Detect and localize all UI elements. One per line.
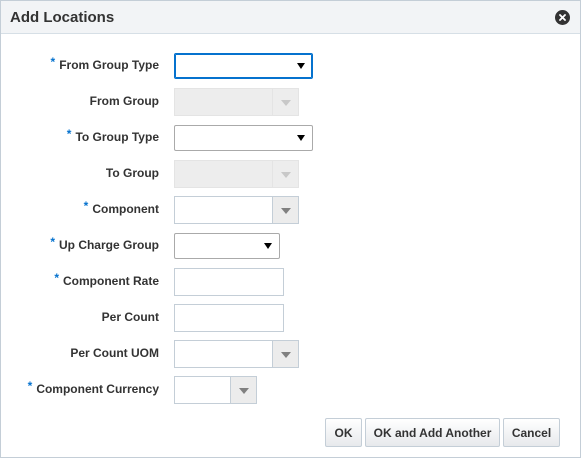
required-marker: *	[54, 271, 59, 285]
from-group-type-select[interactable]	[174, 53, 313, 79]
dropdown-arrow-icon	[297, 135, 305, 141]
required-marker: *	[50, 55, 56, 69]
required-marker: *	[27, 379, 33, 393]
per-count-uom-combobox[interactable]	[174, 340, 299, 368]
dropdown-arrow-icon	[297, 63, 305, 69]
to-group-dropdown-button	[272, 161, 298, 187]
dialog-title: Add Locations	[10, 9, 115, 26]
required-marker: *	[50, 235, 55, 249]
to-group-type-label: * To Group Type	[66, 127, 159, 144]
to-group-type-select[interactable]	[174, 125, 313, 151]
up-charge-group-label: * Up Charge Group	[50, 235, 159, 252]
to-group-combobox	[174, 160, 299, 188]
component-currency-dropdown-button[interactable]	[230, 377, 256, 403]
dropdown-arrow-icon	[264, 243, 272, 249]
per-count-label: Per Count	[101, 310, 159, 324]
cancel-button[interactable]: Cancel	[503, 418, 560, 447]
per-count-uom-label: Per Count UOM	[70, 346, 159, 360]
up-charge-group-select[interactable]	[174, 233, 280, 259]
to-group-label: To Group	[105, 166, 159, 180]
chevron-down-icon	[281, 208, 291, 214]
component-dropdown-button[interactable]	[272, 197, 298, 223]
from-group-dropdown-button	[272, 89, 298, 115]
chevron-down-icon	[281, 172, 291, 178]
close-icon[interactable]	[555, 10, 570, 25]
dialog-header: Add Locations	[1, 1, 580, 34]
required-marker: *	[66, 127, 72, 141]
per-count-input[interactable]	[174, 304, 284, 332]
add-locations-dialog: Add Locations * From Group Type From Grou…	[0, 0, 581, 458]
ok-and-add-another-button[interactable]: OK and Add Another	[365, 418, 500, 447]
from-group-combobox	[174, 88, 299, 116]
per-count-uom-dropdown-button[interactable]	[272, 341, 298, 367]
chevron-down-icon	[239, 388, 249, 394]
component-rate-input[interactable]	[174, 268, 284, 296]
component-currency-label: * Component Currency	[27, 379, 159, 396]
component-label: * Component	[83, 199, 159, 216]
required-marker: *	[83, 199, 89, 213]
component-rate-label: * Component Rate	[54, 271, 159, 288]
chevron-down-icon	[281, 100, 291, 106]
from-group-label: From Group	[89, 94, 159, 108]
from-group-type-label: * From Group Type	[50, 55, 159, 72]
ok-button[interactable]: OK	[325, 418, 362, 447]
component-currency-combobox[interactable]	[174, 376, 257, 404]
chevron-down-icon	[281, 352, 291, 358]
component-combobox[interactable]	[174, 196, 299, 224]
